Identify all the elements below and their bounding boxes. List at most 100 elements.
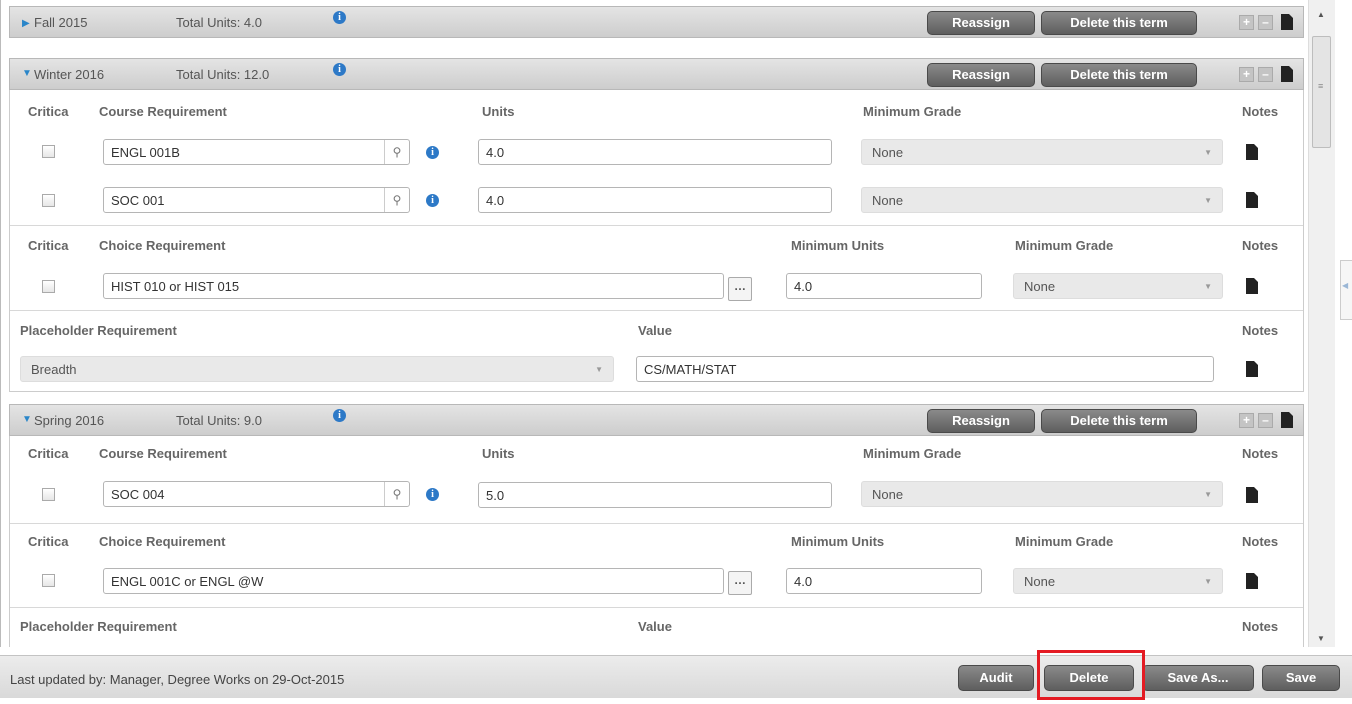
choice-requirement-section: Critica Choice Requirement Minimum Units… — [10, 523, 1303, 607]
save-button[interactable]: Save — [1262, 665, 1340, 691]
units-input[interactable]: 4.0 — [478, 139, 832, 165]
col-notes: Notes — [1242, 323, 1279, 338]
units-input[interactable]: 5.0 — [478, 482, 832, 508]
col-choice-requirement: Choice Requirement — [99, 238, 226, 253]
col-minimum-units: Minimum Units — [791, 238, 885, 253]
term-total-units: Total Units: 9.0 — [176, 413, 262, 428]
col-critical: Critica — [28, 446, 69, 461]
col-value: Value — [638, 323, 672, 338]
col-placeholder-requirement: Placeholder Requirement — [20, 323, 177, 338]
document-icon[interactable] — [1246, 192, 1258, 208]
audit-button[interactable]: Audit — [958, 665, 1034, 691]
minus-icon[interactable]: – — [1258, 413, 1273, 428]
term-body-spring-2016: Critica Course Requirement Units Minimum… — [9, 436, 1304, 647]
placeholder-requirement-section: Placeholder Requirement Value Notes Brea… — [10, 310, 1303, 392]
minimum-units-input[interactable]: 4.0 — [786, 273, 982, 299]
delete-term-button[interactable]: Delete this term — [1041, 63, 1197, 87]
delete-highlight-box — [1037, 650, 1145, 700]
ellipsis-icon[interactable]: … — [728, 571, 752, 595]
info-icon[interactable]: i — [333, 409, 346, 422]
critical-checkbox[interactable] — [42, 488, 55, 501]
reassign-button[interactable]: Reassign — [927, 409, 1035, 433]
col-choice-requirement: Choice Requirement — [99, 534, 226, 549]
expand-triangle-icon[interactable]: ▶ — [22, 18, 30, 29]
info-icon[interactable]: i — [426, 194, 439, 207]
document-icon[interactable] — [1246, 278, 1258, 294]
plus-icon[interactable]: + — [1239, 67, 1254, 82]
delete-term-button[interactable]: Delete this term — [1041, 11, 1197, 35]
term-header-winter-2016[interactable]: ▼ Winter 2016 Total Units: 12.0 i Reassi… — [9, 58, 1304, 90]
magnifier-icon[interactable]: ⚲ — [384, 188, 409, 212]
choice-input[interactable]: ENGL 001C or ENGL @W — [103, 568, 724, 594]
term-header-spring-2016[interactable]: ▼ Spring 2016 Total Units: 9.0 i Reassig… — [9, 404, 1304, 436]
col-notes: Notes — [1242, 619, 1279, 634]
collapse-triangle-icon[interactable]: ▼ — [22, 68, 32, 79]
col-notes: Notes — [1242, 446, 1279, 461]
col-minimum-grade: Minimum Grade — [1015, 238, 1114, 253]
col-minimum-grade: Minimum Grade — [863, 446, 962, 461]
info-icon[interactable]: i — [426, 488, 439, 501]
document-icon[interactable] — [1246, 487, 1258, 503]
document-icon[interactable] — [1281, 412, 1293, 428]
document-icon[interactable] — [1281, 14, 1293, 30]
course-input[interactable]: SOC 004 ⚲ — [103, 481, 410, 507]
side-panel-handle[interactable]: ◀ — [1340, 260, 1352, 320]
col-minimum-grade: Minimum Grade — [863, 104, 962, 119]
chevron-left-icon: ◀ — [1342, 281, 1349, 290]
critical-checkbox[interactable] — [42, 574, 55, 587]
ellipsis-icon[interactable]: … — [728, 277, 752, 301]
col-critical: Critica — [28, 238, 69, 253]
minimum-grade-select[interactable]: None ▼ — [861, 187, 1223, 213]
value-input[interactable]: CS/MATH/STAT — [636, 356, 1214, 382]
placeholder-select[interactable]: Breadth ▼ — [20, 356, 614, 382]
info-icon[interactable]: i — [426, 146, 439, 159]
term-name: Fall 2015 — [34, 15, 88, 30]
col-value: Value — [638, 619, 672, 634]
course-input[interactable]: SOC 001 ⚲ — [103, 187, 410, 213]
save-as-button[interactable]: Save As... — [1142, 665, 1254, 691]
collapse-triangle-icon[interactable]: ▼ — [22, 414, 32, 425]
minus-icon[interactable]: – — [1258, 15, 1273, 30]
col-units: Units — [482, 104, 515, 119]
document-icon[interactable] — [1246, 144, 1258, 160]
plus-icon[interactable]: + — [1239, 15, 1254, 30]
info-icon[interactable]: i — [333, 63, 346, 76]
document-icon[interactable] — [1246, 361, 1258, 377]
reassign-button[interactable]: Reassign — [927, 63, 1035, 87]
critical-checkbox[interactable] — [42, 145, 55, 158]
course-requirement-section: Critica Course Requirement Units Minimum… — [10, 436, 1303, 523]
units-input[interactable]: 4.0 — [478, 187, 832, 213]
course-input[interactable]: ENGL 001B ⚲ — [103, 139, 410, 165]
choice-input[interactable]: HIST 010 or HIST 015 — [103, 273, 724, 299]
magnifier-icon[interactable]: ⚲ — [384, 140, 409, 164]
col-course-requirement: Course Requirement — [99, 104, 227, 119]
scroll-thumb[interactable]: ≡ — [1312, 36, 1331, 148]
col-notes: Notes — [1242, 534, 1279, 549]
plan-terms-panel: ▶ Fall 2015 Total Units: 4.0 i Reassign … — [0, 0, 1307, 647]
info-icon[interactable]: i — [333, 11, 346, 24]
minimum-grade-select[interactable]: None ▼ — [1013, 568, 1223, 594]
vertical-scrollbar[interactable]: ▲ ≡ ▼ — [1308, 0, 1335, 647]
reassign-button[interactable]: Reassign — [927, 11, 1035, 35]
term-body-winter-2016: Critica Course Requirement Units Minimum… — [9, 90, 1304, 392]
critical-checkbox[interactable] — [42, 194, 55, 207]
minimum-units-input[interactable]: 4.0 — [786, 568, 982, 594]
footer-bar: Last updated by: Manager, Degree Works o… — [0, 655, 1352, 698]
minimum-grade-select[interactable]: None ▼ — [861, 481, 1223, 507]
col-critical: Critica — [28, 534, 69, 549]
term-header-fall-2015[interactable]: ▶ Fall 2015 Total Units: 4.0 i Reassign … — [9, 6, 1304, 38]
scroll-up-arrow-icon[interactable]: ▲ — [1317, 10, 1325, 19]
magnifier-icon[interactable]: ⚲ — [384, 482, 409, 506]
col-notes: Notes — [1242, 238, 1279, 253]
col-minimum-grade: Minimum Grade — [1015, 534, 1114, 549]
plus-icon[interactable]: + — [1239, 413, 1254, 428]
critical-checkbox[interactable] — [42, 280, 55, 293]
delete-term-button[interactable]: Delete this term — [1041, 409, 1197, 433]
minus-icon[interactable]: – — [1258, 67, 1273, 82]
document-icon[interactable] — [1246, 573, 1258, 589]
term-name: Spring 2016 — [34, 413, 105, 428]
scroll-down-arrow-icon[interactable]: ▼ — [1317, 634, 1325, 643]
document-icon[interactable] — [1281, 66, 1293, 82]
minimum-grade-select[interactable]: None ▼ — [861, 139, 1223, 165]
minimum-grade-select[interactable]: None ▼ — [1013, 273, 1223, 299]
